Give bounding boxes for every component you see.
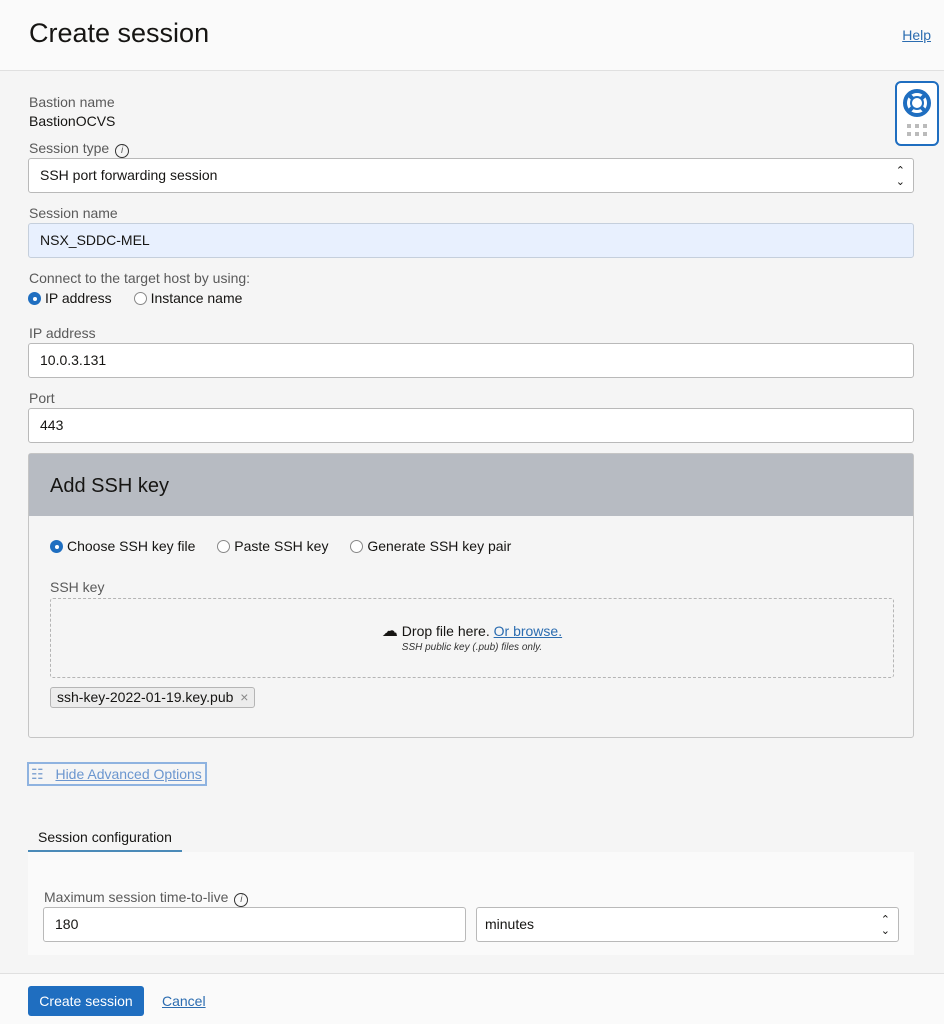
cloud-upload-icon: ☁ <box>382 623 398 640</box>
help-widget-button[interactable] <box>895 81 939 146</box>
radio-unselected-icon <box>350 540 363 553</box>
chevron-up-down-icon: ⌃⌄ <box>881 908 890 937</box>
help-link[interactable]: Help <box>902 27 931 43</box>
tab-session-configuration[interactable]: Session configuration <box>28 825 182 852</box>
browse-link[interactable]: Or browse. <box>494 623 562 639</box>
info-icon[interactable]: i <box>234 893 248 907</box>
bastion-name-value: BastionOCVS <box>29 113 115 129</box>
radio-selected-icon <box>28 292 41 305</box>
radio-unselected-icon <box>134 292 147 305</box>
port-label: Port <box>29 390 55 406</box>
radio-choose-label: Choose SSH key file <box>67 538 195 554</box>
radio-selected-icon <box>50 540 63 553</box>
drop-text: Drop file here. <box>402 623 490 639</box>
session-configuration-panel: Maximum session time-to-live i 180 minute… <box>28 852 914 955</box>
radio-unselected-icon <box>217 540 230 553</box>
ttl-label-text: Maximum session time-to-live <box>44 889 228 905</box>
remove-file-icon[interactable]: × <box>240 689 248 705</box>
hide-advanced-label: Hide Advanced Options <box>55 766 201 782</box>
cancel-link[interactable]: Cancel <box>162 993 206 1009</box>
file-name: ssh-key-2022-01-19.key.pub <box>57 689 233 705</box>
radio-instance-label: Instance name <box>151 290 243 306</box>
ssh-key-label: SSH key <box>50 579 104 595</box>
info-icon[interactable]: i <box>115 144 129 158</box>
ttl-unit-select[interactable]: minutes ⌃⌄ <box>476 907 899 942</box>
session-type-label-text: Session type <box>29 140 109 156</box>
ip-address-label: IP address <box>29 325 96 341</box>
ssh-radio-group: Choose SSH key file Paste SSH key Genera… <box>50 538 511 554</box>
page-header: Create session Help <box>0 0 944 71</box>
ip-address-input[interactable]: 10.0.3.131 <box>28 343 914 378</box>
chevron-up-down-icon: ⌃⌄ <box>896 159 905 188</box>
create-session-button[interactable]: Create session <box>28 986 144 1016</box>
sliders-icon: ☷ <box>31 766 44 782</box>
add-ssh-key-panel: Add SSH key Choose SSH key file Paste SS… <box>28 453 914 738</box>
bastion-name-label: Bastion name <box>29 94 115 110</box>
session-type-label: Session type i <box>29 140 129 158</box>
footer: Create session Cancel <box>0 973 944 1024</box>
ttl-unit-value: minutes <box>485 916 534 932</box>
ttl-input[interactable]: 180 <box>43 907 466 942</box>
connect-radio-group: IP address Instance name <box>28 290 242 306</box>
radio-instance-name[interactable]: Instance name <box>134 290 243 306</box>
session-name-input[interactable]: NSX_SDDC-MEL <box>28 223 914 258</box>
session-type-value: SSH port forwarding session <box>40 167 217 183</box>
session-name-label: Session name <box>29 205 118 221</box>
radio-paste-key[interactable]: Paste SSH key <box>217 538 328 554</box>
radio-generate-label: Generate SSH key pair <box>367 538 511 554</box>
hide-advanced-options-toggle[interactable]: ☷ Hide Advanced Options <box>27 762 207 786</box>
radio-generate-key[interactable]: Generate SSH key pair <box>350 538 511 554</box>
ttl-label: Maximum session time-to-live i <box>44 889 248 907</box>
radio-paste-label: Paste SSH key <box>234 538 328 554</box>
radio-ip-address[interactable]: IP address <box>28 290 112 306</box>
ssh-panel-title: Add SSH key <box>29 454 913 516</box>
page-title: Create session <box>29 18 209 49</box>
file-chip: ssh-key-2022-01-19.key.pub × <box>50 687 255 708</box>
radio-choose-file[interactable]: Choose SSH key file <box>50 538 195 554</box>
file-hint: SSH public key (.pub) files only. <box>51 642 893 653</box>
lifebuoy-icon <box>897 83 937 144</box>
session-type-select[interactable]: SSH port forwarding session ⌃⌄ <box>28 158 914 193</box>
port-input[interactable]: 443 <box>28 408 914 443</box>
connect-label: Connect to the target host by using: <box>29 270 250 286</box>
radio-ip-label: IP address <box>45 290 112 306</box>
file-drop-zone[interactable]: ☁ Drop file here. Or browse. SSH public … <box>50 598 894 678</box>
